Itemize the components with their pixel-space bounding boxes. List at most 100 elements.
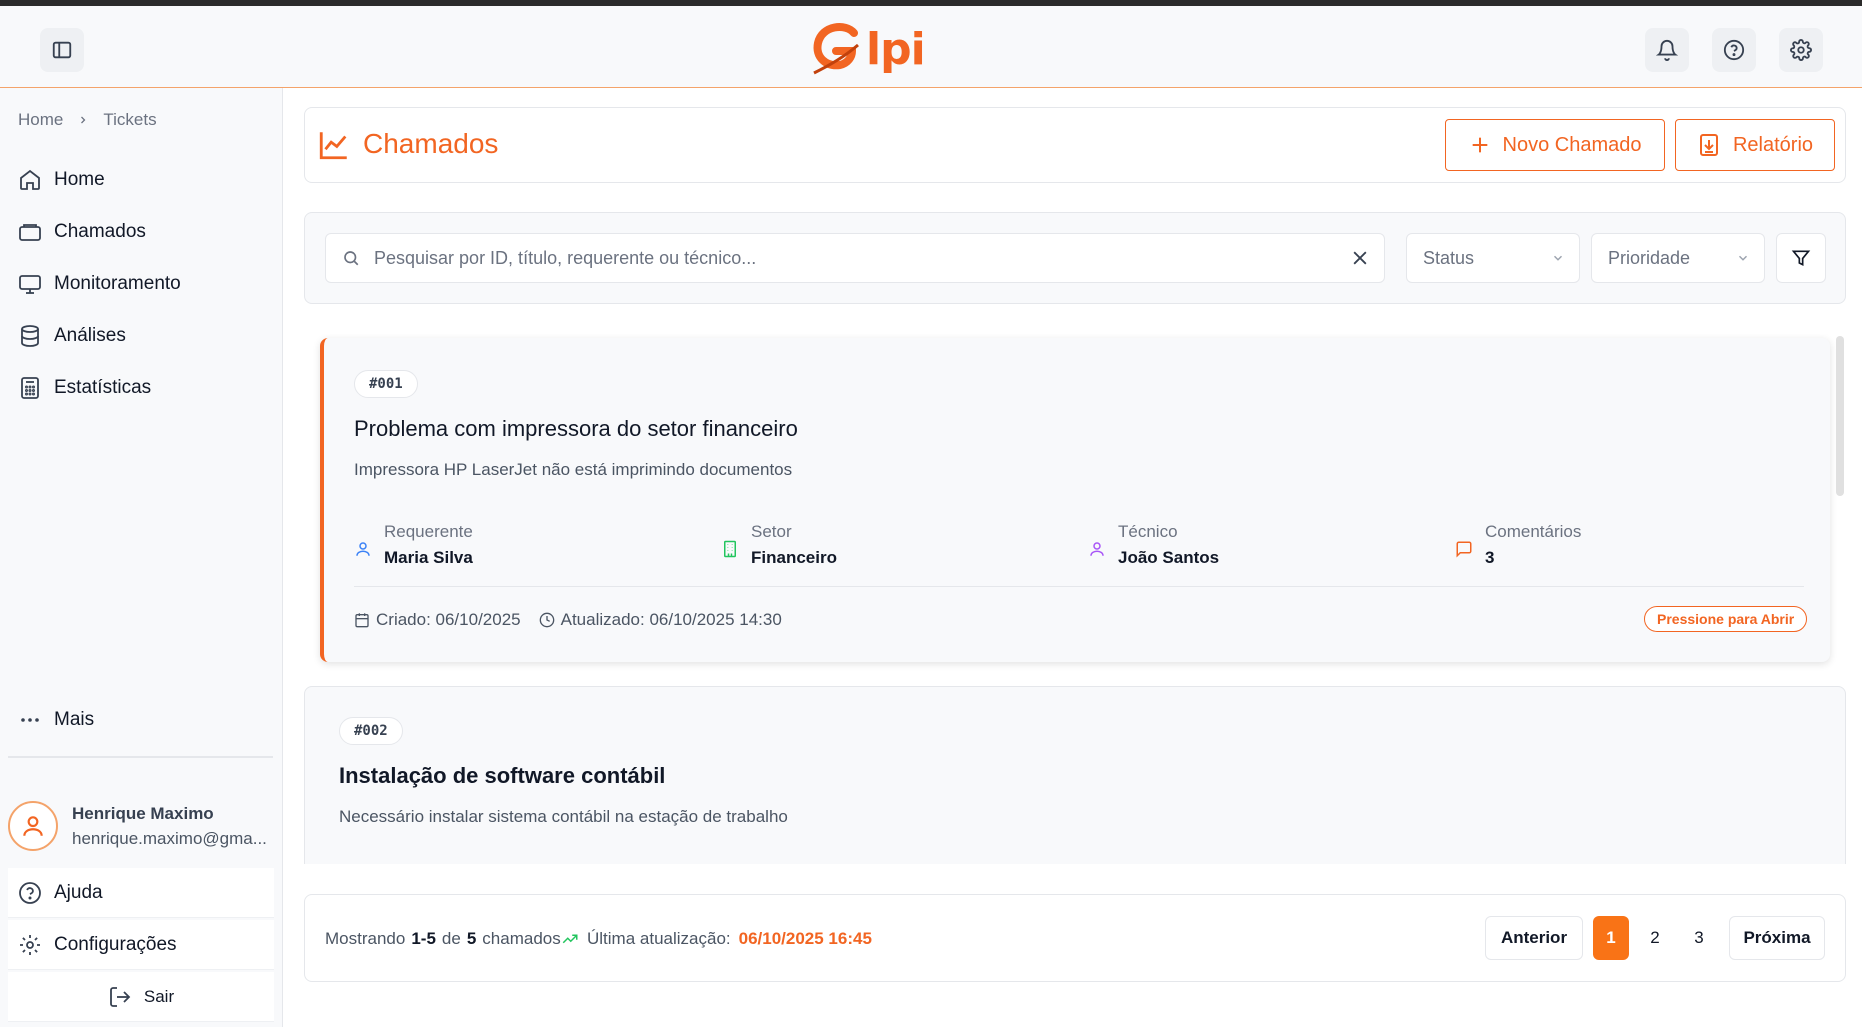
search-input[interactable] (374, 234, 1324, 282)
sidebar-item-label: Análises (54, 325, 126, 346)
ticket-list: #001 Problema com impressora do setor fi… (304, 334, 1846, 864)
requester-label: Requerente (384, 522, 473, 541)
showing-range: 1-5 (411, 929, 436, 948)
ticket-description: Necessário instalar sistema contábil na … (339, 807, 788, 826)
sidebar-more[interactable]: Mais (18, 702, 268, 738)
user-profile[interactable]: Henrique Maximo henrique.maximo@gma... (8, 796, 278, 856)
filter-icon (1791, 250, 1811, 267)
breadcrumb-home[interactable]: Home (18, 110, 63, 130)
page-title: Chamados (363, 128, 499, 159)
help-circle-icon (1723, 39, 1745, 61)
report-label: Relatório (1732, 133, 1814, 156)
help-link[interactable]: Ajuda (8, 868, 274, 918)
bell-icon (1656, 40, 1678, 61)
sidebar-item-home[interactable]: Home (18, 162, 268, 198)
logout-label: Sair (143, 986, 175, 1006)
sidebar-divider (8, 756, 273, 758)
report-button[interactable]: Relatório (1675, 119, 1835, 171)
sidebar-item-estatisticas[interactable]: Estatísticas (18, 370, 268, 406)
open-ticket-badge[interactable]: Pressione para Abrir (1644, 606, 1808, 632)
sector-label: Setor (751, 522, 792, 541)
logout-icon (109, 986, 131, 1007)
last-update-value: 06/10/2025 16:45 (738, 929, 872, 948)
updated-text: Atualizado: 06/10/2025 14:30 (560, 610, 782, 629)
comments-label: Comentários (1485, 522, 1582, 541)
database-icon (21, 325, 39, 347)
help-button[interactable] (1712, 28, 1756, 72)
page-3-button[interactable]: 3 (1681, 916, 1717, 960)
sidebar-item-monitoramento[interactable]: Monitoramento (18, 266, 268, 302)
priority-select-label: Prioridade (1608, 247, 1691, 268)
sidebar-more-label: Mais (54, 709, 95, 730)
results-summary: Mostrando 1-5 de 5 chamados (325, 929, 561, 949)
monitor-icon (19, 275, 41, 294)
ticket-card[interactable]: #002 Instalação de software contábil Nec… (304, 686, 1846, 864)
created-text: Criado: 06/10/2025 (376, 610, 521, 629)
ticket-title: Problema com impressora do setor finance… (354, 416, 798, 441)
new-ticket-label: Novo Chamado (1502, 133, 1642, 156)
ticket-description: Impressora HP LaserJet não está imprimin… (354, 460, 793, 479)
logout-button[interactable]: Sair (8, 972, 274, 1022)
next-page-button[interactable]: Próxima (1729, 916, 1825, 960)
requester-value: Maria Silva (384, 548, 473, 567)
gear-icon (20, 934, 40, 955)
download-report-icon (1699, 134, 1718, 156)
showing-total: 5 (466, 929, 477, 948)
settings-button[interactable] (1779, 28, 1823, 72)
pagination-footer: Mostrando 1-5 de 5 chamados Última atual… (304, 894, 1846, 982)
ticket-sector: Setor Financeiro (721, 522, 837, 568)
last-update-label: Última atualização: (587, 929, 731, 948)
technician-label: Técnico (1118, 522, 1178, 541)
priority-select[interactable]: Prioridade (1591, 233, 1765, 283)
more-horizontal-icon (21, 718, 39, 722)
sidebar-item-label: Home (54, 169, 105, 190)
breadcrumb: Home Tickets (18, 110, 157, 130)
notifications-button[interactable] (1645, 28, 1689, 72)
showing-unit: chamados (482, 929, 561, 948)
sidebar-toggle-button[interactable] (40, 28, 84, 72)
ticket-card[interactable]: #001 Problema com impressora do setor fi… (320, 338, 1830, 662)
chevron-down-icon (1553, 255, 1563, 261)
plus-icon (1472, 137, 1487, 153)
new-ticket-button[interactable]: Novo Chamado (1445, 119, 1665, 171)
help-circle-icon (19, 881, 41, 904)
ticket-id-badge: #002 (339, 717, 403, 745)
last-update: Última atualização: 06/10/2025 16:45 (561, 929, 872, 949)
ticket-requester: Requerente Maria Silva (354, 522, 473, 568)
created-date: Criado: 06/10/2025 (354, 610, 521, 630)
showing-prefix: Mostrando (325, 929, 406, 948)
clear-search-icon[interactable] (1350, 248, 1370, 268)
sidebar-item-analises[interactable]: Análises (18, 318, 268, 354)
building-icon (724, 540, 736, 558)
ticket-comments: Comentários 3 (1455, 522, 1581, 568)
clock-icon (539, 612, 554, 628)
sidebar-item-chamados[interactable]: Chamados (18, 214, 268, 250)
sidebar-toggle-icon (52, 41, 72, 59)
user-email: henrique.maximo@gma... (72, 828, 267, 848)
ticket-dates: Criado: 06/10/2025 Atualizado: 06/10/202… (354, 610, 782, 630)
ticket-technician: Técnico João Santos (1088, 522, 1219, 568)
sidebar-item-label: Estatísticas (54, 377, 152, 398)
gear-icon (1790, 39, 1812, 61)
ticket-id-badge: #001 (354, 370, 418, 398)
calculator-icon (21, 377, 39, 399)
user-icon (356, 542, 370, 556)
chevron-right-icon (81, 116, 86, 124)
updated-date: Atualizado: 06/10/2025 14:30 (539, 610, 782, 630)
status-select[interactable]: Status (1406, 233, 1580, 283)
scrollbar-thumb[interactable] (1836, 336, 1844, 496)
page-2-button[interactable]: 2 (1637, 916, 1673, 960)
card-divider (354, 586, 1804, 587)
page-1-button[interactable]: 1 (1593, 916, 1629, 960)
previous-page-button[interactable]: Anterior (1485, 916, 1583, 960)
avatar (8, 801, 58, 851)
search-box (325, 233, 1385, 283)
showing-of: de (441, 929, 461, 948)
settings-link[interactable]: Configurações (8, 920, 274, 970)
user-name: Henrique Maximo (72, 803, 214, 823)
filter-button[interactable] (1776, 233, 1826, 283)
ticket-icon (19, 224, 41, 241)
filter-bar: Status Prioridade (304, 212, 1846, 304)
user-icon (23, 816, 43, 836)
sidebar-item-label: Monitoramento (54, 273, 181, 294)
